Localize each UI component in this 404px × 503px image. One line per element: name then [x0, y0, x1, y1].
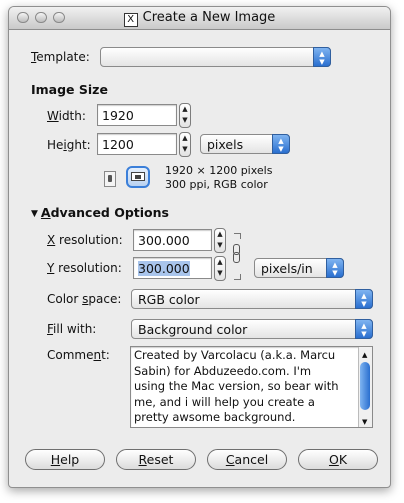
y-resolution-label: Y resolution:	[47, 261, 122, 275]
image-info-line2: 300 ppi, RGB color	[165, 178, 268, 191]
comment-label: Comment:	[47, 348, 110, 362]
window-title: X Create a New Image	[9, 10, 390, 27]
color-space-label: Color space:	[47, 292, 122, 306]
height-input[interactable]: 1200	[97, 133, 177, 155]
color-space-select[interactable]: RGB color ▲ ▼	[131, 289, 373, 309]
template-select[interactable]: ▲ ▼	[100, 47, 331, 67]
x-resolution-input[interactable]: 300.000	[133, 229, 212, 251]
scroll-down-arrow-icon[interactable]: ▼	[362, 415, 367, 427]
x11-icon: X	[123, 13, 138, 27]
title-bar[interactable]: X Create a New Image	[9, 7, 390, 30]
height-stepper[interactable]: ▲ ▼	[179, 132, 191, 157]
fill-with-select[interactable]: Background color ▲ ▼	[131, 319, 373, 339]
window-title-text: Create a New Image	[142, 10, 276, 25]
help-button[interactable]: Help	[25, 449, 105, 470]
y-resolution-stepper[interactable]: ▲ ▼	[214, 256, 226, 281]
comment-line: Created by Varcolacu (a.k.a. Marcu	[134, 348, 336, 362]
chevron-updown-icon: ▲ ▼	[313, 47, 331, 67]
fill-with-label: Fill with:	[47, 322, 97, 336]
x-resolution-label: X resolution:	[47, 233, 123, 247]
size-unit-value: pixels	[207, 137, 244, 152]
fill-with-value: Background color	[138, 322, 248, 337]
y-resolution-selected-text: 300.000	[138, 261, 190, 276]
chevron-updown-icon: ▲ ▼	[355, 289, 373, 309]
comment-textarea[interactable]: Created by Varcolacu (a.k.a. Marcu Sabin…	[130, 346, 373, 428]
reset-button[interactable]: Reset	[116, 449, 196, 470]
chevron-updown-icon: ▲ ▼	[326, 258, 344, 278]
dialog-window: X Create a New Image Template: ▲ ▼ Image S…	[8, 6, 391, 488]
y-resolution-input[interactable]: 300.000	[133, 257, 212, 279]
template-label: Template:	[31, 50, 90, 64]
chevron-updown-icon: ▲ ▼	[272, 134, 290, 154]
width-label: Width:	[47, 109, 86, 123]
comment-line: Sabin) for Abduzeedo.com. I'm	[134, 363, 312, 378]
resolution-unit-value: pixels/in	[261, 261, 313, 276]
ok-button[interactable]: OK	[298, 449, 378, 470]
image-size-heading: Image Size	[31, 82, 108, 97]
comment-line: me, and i will help you create a	[134, 394, 315, 409]
width-stepper[interactable]: ▲ ▼	[179, 103, 191, 128]
advanced-options-expander[interactable]: ▼ Advanced Options	[31, 205, 169, 220]
triangle-down-icon: ▼	[31, 209, 38, 219]
size-unit-select[interactable]: pixels ▲ ▼	[200, 134, 290, 154]
comment-scrollbar[interactable]: ▲ ▼	[358, 347, 372, 427]
width-input[interactable]: 1920	[97, 104, 177, 126]
x-resolution-stepper[interactable]: ▲ ▼	[214, 228, 226, 253]
height-label: Height:	[47, 138, 91, 152]
chevron-updown-icon: ▲ ▼	[355, 319, 373, 339]
comment-line: using the Mac version, so bear with	[134, 379, 339, 393]
portrait-icon[interactable]	[104, 171, 116, 187]
landscape-icon[interactable]	[126, 166, 150, 188]
comment-line: pretty awsome background.	[134, 410, 296, 424]
scrollbar-thumb[interactable]	[360, 362, 370, 410]
color-space-value: RGB color	[138, 292, 200, 307]
cancel-button[interactable]: Cancel	[207, 449, 287, 470]
chain-link-icon[interactable]	[231, 233, 241, 280]
image-info-line1: 1920 × 1200 pixels	[165, 164, 273, 177]
resolution-unit-select[interactable]: pixels/in ▲ ▼	[254, 258, 344, 278]
